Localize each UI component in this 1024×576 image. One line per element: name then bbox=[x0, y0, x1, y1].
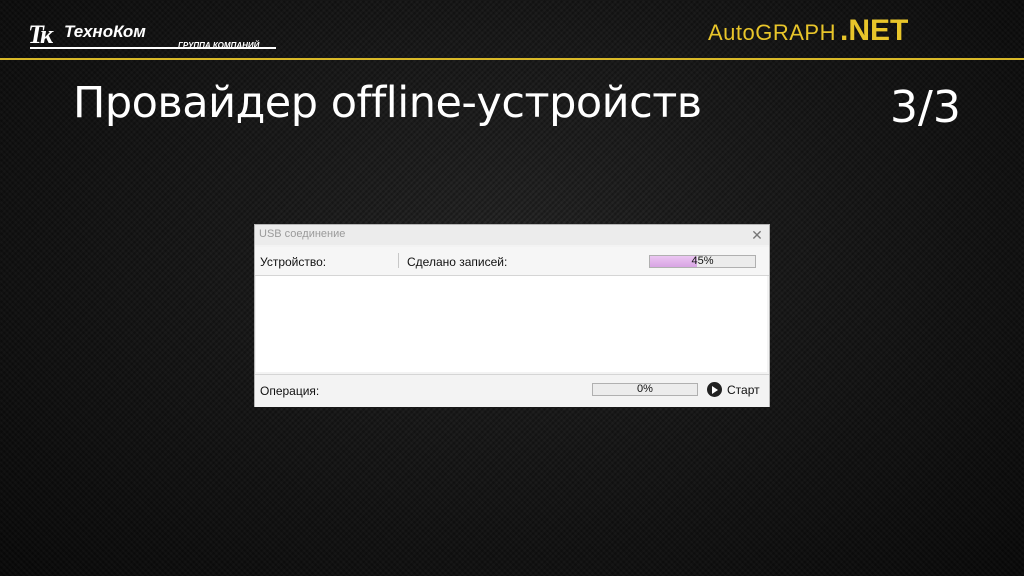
autograph-logo-text: AutoGRAPH bbox=[708, 20, 836, 45]
page-number: 3/3 bbox=[890, 82, 961, 133]
slide-header: Тк ТехноКом ГРУППА КОМПАНИЙ AutoGRAPH .NE… bbox=[0, 0, 1024, 58]
dialog-title: USB соединение bbox=[259, 228, 346, 240]
records-progress-text: 45% bbox=[691, 255, 714, 267]
records-label: Сделано записей: bbox=[407, 255, 508, 269]
operation-label: Операция: bbox=[260, 384, 320, 398]
usb-connection-dialog: USB соединение ✕ Устройство: Сделано зап… bbox=[254, 224, 770, 407]
dialog-footer: Операция: 0% Старт bbox=[255, 374, 769, 407]
operation-progress-text: 0% bbox=[637, 383, 653, 395]
header-divider bbox=[0, 58, 1024, 60]
column-separator bbox=[398, 253, 399, 268]
autograph-logo: AutoGRAPH .NET bbox=[708, 14, 908, 48]
brand-subtitle: ГРУППА КОМПАНИЙ bbox=[178, 41, 260, 50]
dialog-header-row: Устройство: Сделано записей: 45% bbox=[255, 247, 769, 276]
device-list-area[interactable] bbox=[256, 276, 767, 372]
slide-title: Провайдер offline-устройств bbox=[73, 78, 702, 128]
start-button-label: Старт bbox=[727, 383, 760, 397]
records-progress-bar: 45% bbox=[649, 255, 756, 268]
autograph-logo-suffix: .NET bbox=[840, 14, 909, 47]
device-label: Устройство: bbox=[260, 255, 327, 269]
operation-progress-bar: 0% bbox=[592, 383, 698, 396]
dialog-titlebar[interactable]: USB соединение ✕ bbox=[255, 225, 769, 245]
play-circle-icon bbox=[707, 382, 722, 397]
brand-name: ТехноКом bbox=[64, 22, 146, 41]
tk-logo-mark: Тк bbox=[28, 20, 53, 49]
close-icon[interactable]: ✕ bbox=[748, 225, 766, 245]
